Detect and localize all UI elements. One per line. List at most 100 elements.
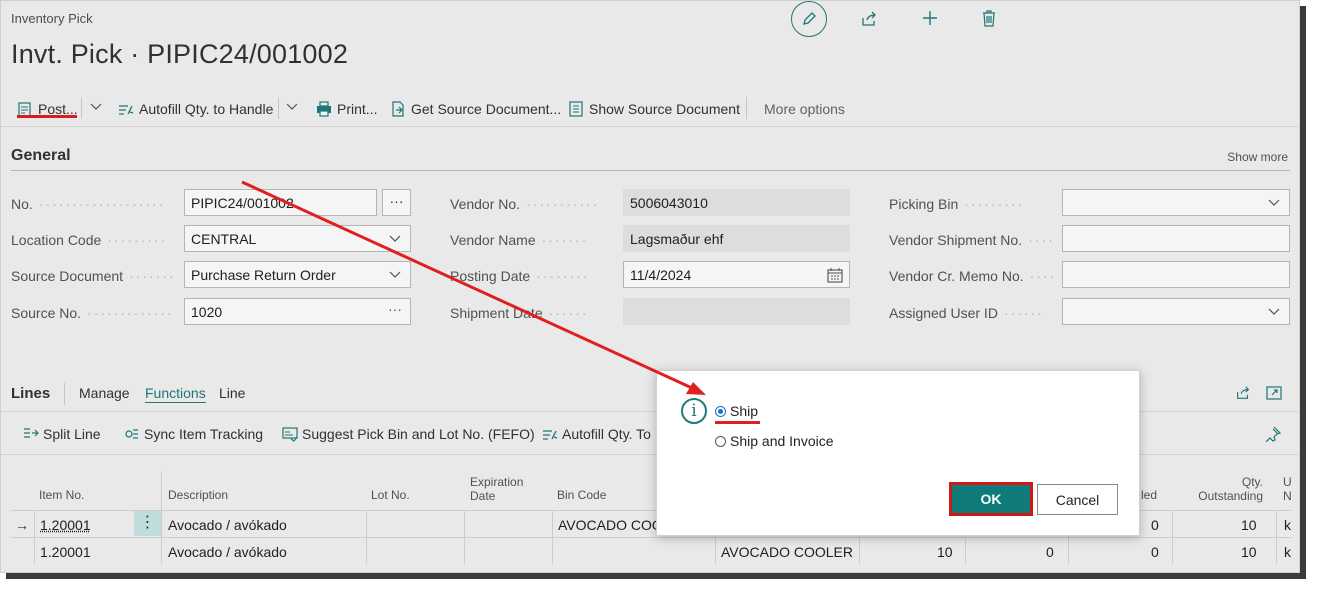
column-header-unit[interactable]: UN [1283,475,1292,503]
assigned-user-id-label: Assigned User ID ······ [889,305,1044,321]
source-document-field[interactable]: Purchase Return Order [184,261,411,288]
split-line-label: Split Line [43,426,101,442]
vendor-name-field: Lagsmaður ehf [623,225,850,252]
vendor-cr-memo-no-label: Vendor Cr. Memo No. ···· [889,268,1057,284]
separator [64,383,65,405]
chevron-down-icon[interactable] [285,99,299,117]
ship-and-invoice-option[interactable]: Ship and Invoice [715,433,834,449]
column-header-qty-handled[interactable]: led [1141,488,1157,502]
no-label: No. ··················· [11,196,166,212]
get-source-label: Get Source Document... [411,101,562,117]
unit-cell[interactable]: k [1284,544,1291,560]
grid-line [34,510,35,564]
expand-icon[interactable] [1266,385,1284,403]
autofill-qty-to-handle-button[interactable]: Autofill Qty. To I [542,426,659,442]
column-header-bin-code[interactable]: Bin Code [557,488,606,502]
grid-line [1276,510,1277,564]
chevron-down-icon [388,231,402,245]
grid-line [715,537,716,564]
bin-code-cell[interactable]: AVOCADO COOLER [721,544,853,560]
chevron-down-icon[interactable] [89,99,103,117]
breadcrumb[interactable]: Inventory Pick [11,11,93,26]
more-options-label: More options [764,101,845,117]
picking-bin-field[interactable] [1062,189,1290,216]
action-bar: Post... Autofill Qty. to Handle Print... [1,89,1299,127]
ship-label: Ship [730,403,759,419]
suggest-pick-bin-label: Suggest Pick Bin and Lot No. (FEFO) [302,426,535,442]
qty-handled-cell: 0 [1151,517,1159,533]
ship-and-invoice-label: Ship and Invoice [730,433,834,449]
source-document-label: Source Document ······· [11,268,176,284]
item-no-cell[interactable]: 1.20001 [40,544,91,560]
autofill-qty-button[interactable]: Autofill Qty. to Handle [118,99,273,119]
print-label: Print... [337,101,378,117]
ellipsis-icon: ··· [388,301,402,317]
tab-functions[interactable]: Functions [145,385,206,401]
vendor-name-label: Vendor Name ······· [450,232,589,248]
divider [11,170,1290,171]
autofill-icon [118,101,134,117]
sync-item-tracking-button[interactable]: Sync Item Tracking [124,426,263,442]
column-header-description[interactable]: Description [168,488,228,502]
chevron-down-icon [1267,304,1281,318]
print-button[interactable]: Print... [316,99,377,119]
ship-option[interactable]: Ship [715,403,758,419]
column-header-expiration-date[interactable]: Expiration Date [470,475,523,503]
table-row[interactable]: 1.20001 Avocado / avókado AVOCADO COOLER… [11,537,1291,563]
no-field[interactable]: PIPIC24/001002 [184,189,377,216]
grid-line [965,537,966,564]
get-source-document-button[interactable]: Get Source Document... [390,99,561,119]
posting-date-field[interactable]: 11/4/2024 [623,261,850,288]
no-lookup-button[interactable]: ··· [382,189,411,216]
separator [81,97,82,119]
chevron-down-icon [1267,195,1281,209]
unit-cell[interactable]: k [1284,517,1291,533]
suggest-icon [282,426,298,442]
vendor-cr-memo-no-field[interactable] [1062,261,1290,288]
description-cell[interactable]: Avocado / avókado [168,544,287,560]
calendar-icon[interactable] [827,267,843,283]
column-header-lot-no[interactable]: Lot No. [371,488,410,502]
source-no-label: Source No. ············· [11,305,174,321]
bin-code-cell[interactable]: AVOCADO COOL [558,517,671,533]
qty-outstanding-cell: 10 [1241,544,1257,560]
ship-radio[interactable] [715,405,726,417]
location-code-field[interactable]: CENTRAL [184,225,411,252]
cancel-button[interactable]: Cancel [1037,484,1118,515]
shipment-date-label: Shipment Date ······ [450,305,589,321]
row-actions-button[interactable]: ⋮ [134,511,161,536]
annotation-underline [17,115,77,118]
sync-icon [124,426,140,442]
pin-icon[interactable] [1265,426,1281,442]
separator [278,97,279,119]
column-header-qty-outstanding[interactable]: Qty. Outstanding [1198,475,1263,503]
description-cell[interactable]: Avocado / avókado [168,517,287,533]
ok-button[interactable]: OK [949,482,1033,516]
vendor-shipment-no-field[interactable] [1062,225,1290,252]
ship-and-invoice-radio[interactable] [715,435,726,447]
share-icon[interactable] [859,9,879,29]
new-record-icon[interactable] [919,7,941,29]
post-options-dialog: i Ship Ship and Invoice OK Cancel [656,370,1140,536]
document-icon [568,101,584,117]
current-row-arrow-icon: → [15,517,29,533]
qty-to-handle-cell[interactable]: 0 [1046,544,1054,560]
item-no-cell[interactable]: 1.20001 [40,517,91,533]
column-header-item-no[interactable]: Item No. [39,488,84,502]
share-icon[interactable] [1235,385,1253,403]
suggest-pick-bin-button[interactable]: Suggest Pick Bin and Lot No. (FEFO) [282,426,535,442]
split-line-button[interactable]: Split Line [23,426,101,442]
tab-line[interactable]: Line [219,385,245,401]
more-options-button[interactable]: More options [764,99,845,119]
tab-manage[interactable]: Manage [79,385,130,401]
show-more-link[interactable]: Show more [1227,150,1288,164]
edit-icon[interactable] [791,1,827,37]
grid-line [464,510,465,564]
annotation-underline [715,421,760,424]
delete-icon[interactable] [979,7,999,29]
source-no-field[interactable]: 1020 ··· [184,298,411,325]
general-section-title[interactable]: General [11,147,71,165]
grid-line [1172,510,1173,564]
assigned-user-id-field[interactable] [1062,298,1290,325]
show-source-document-button[interactable]: Show Source Document [568,99,740,119]
